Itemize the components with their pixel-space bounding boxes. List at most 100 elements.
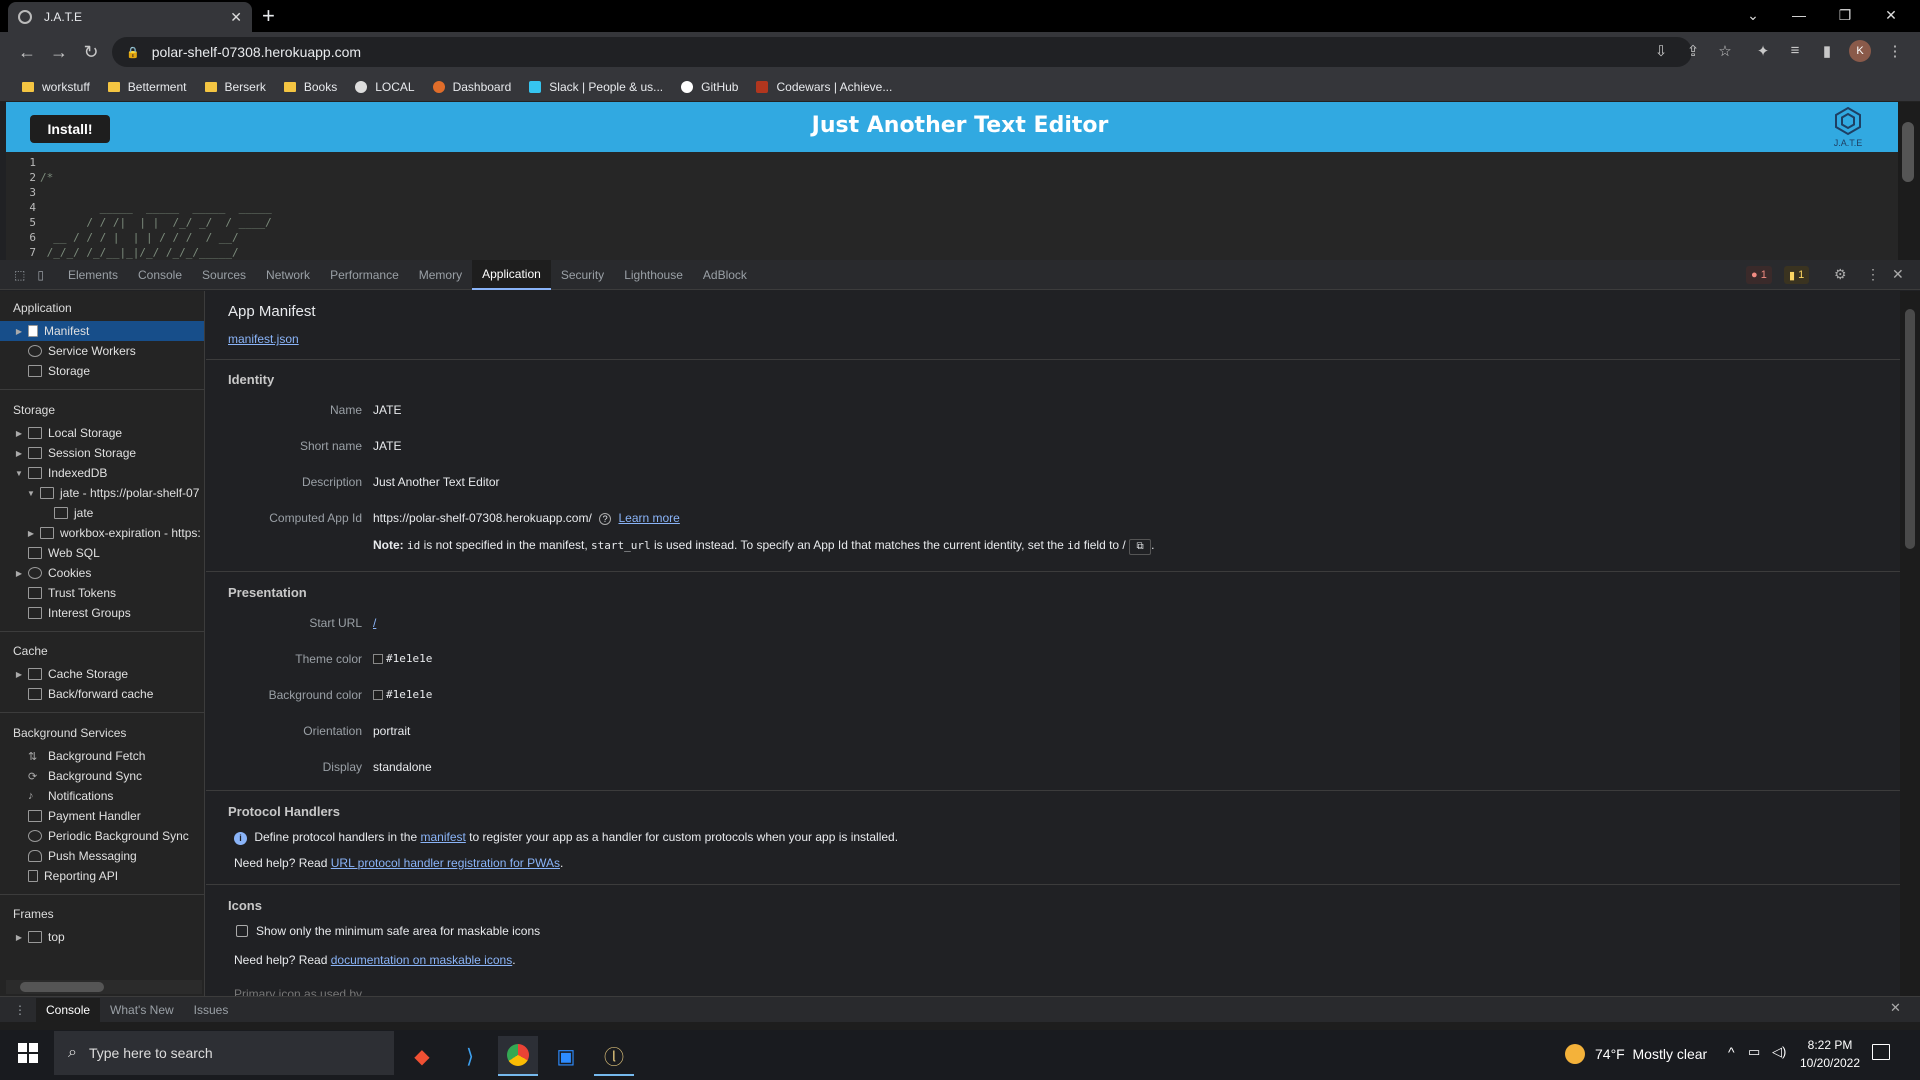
sidebar-item-bfcache[interactable]: Back/forward cache	[0, 684, 204, 704]
scroll-thumb[interactable]	[20, 982, 104, 992]
bookmark-slack[interactable]: Slack | People & us...	[529, 80, 663, 94]
sidebar-item-background-sync[interactable]: ⟳ Background Sync	[0, 766, 204, 786]
install-app-icon[interactable]: ⇩	[1650, 42, 1672, 60]
protocol-docs-link[interactable]: URL protocol handler registration for PW…	[331, 856, 560, 870]
panel-scrollbar[interactable]	[1900, 291, 1920, 996]
address-bar[interactable]: 🔒 polar-shelf-07308.herokuapp.com	[112, 37, 1692, 67]
maskable-checkbox[interactable]	[236, 925, 248, 937]
tab-elements[interactable]: Elements	[58, 260, 128, 290]
sidebar-item-push-messaging[interactable]: Push Messaging	[0, 846, 204, 866]
reload-icon[interactable]: ↻	[79, 40, 103, 64]
sidebar-item-reporting-api[interactable]: Reporting API	[0, 866, 204, 886]
media-icon[interactable]: ≡	[1784, 42, 1806, 59]
inspect-icon[interactable]: ⬚	[0, 260, 31, 290]
sidebar-item-session-storage[interactable]: ▶ Session Storage	[0, 443, 204, 463]
volume-icon[interactable]: ◁)	[1772, 1044, 1786, 1060]
new-tab-button[interactable]: +	[262, 4, 275, 28]
close-devtools-icon[interactable]: ✕	[1892, 266, 1904, 283]
sidebar-item-cookies[interactable]: ▶ Cookies	[0, 563, 204, 583]
taskbar-search[interactable]: ⌕ Type here to search	[54, 1031, 394, 1075]
manifest-inline-link[interactable]: manifest	[420, 830, 465, 844]
drawer-tab-issues[interactable]: Issues	[184, 998, 239, 1022]
tab-search-icon[interactable]: ⌄	[1730, 0, 1776, 30]
drawer-tab-console[interactable]: Console	[36, 997, 101, 1022]
expand-arrow-icon[interactable]: ▶	[14, 327, 24, 336]
collapse-arrow-icon[interactable]: ▼	[14, 469, 24, 478]
tab-application[interactable]: Application	[472, 259, 551, 290]
start-url-value[interactable]: /	[373, 616, 376, 630]
back-icon[interactable]: ←	[15, 40, 39, 64]
bookmark-betterment[interactable]: Betterment	[107, 80, 187, 94]
expand-arrow-icon[interactable]: ▶	[26, 529, 36, 538]
tab-console[interactable]: Console	[128, 260, 192, 290]
sidebar-item-cache-storage[interactable]: ▶ Cache Storage	[0, 664, 204, 684]
sidebar-hscrollbar[interactable]	[6, 980, 202, 994]
windows-start-icon[interactable]	[18, 1043, 40, 1065]
scroll-thumb[interactable]	[1902, 122, 1914, 182]
sidebar-item-web-sql[interactable]: Web SQL	[0, 543, 204, 563]
error-badge[interactable]: ● 1	[1746, 266, 1772, 284]
clock[interactable]: 8:22 PM 10/20/2022	[1790, 1036, 1870, 1072]
collapse-arrow-icon[interactable]: ▼	[26, 489, 36, 498]
close-drawer-icon[interactable]: ✕	[1890, 1000, 1901, 1016]
sidebar-item-manifest[interactable]: ▶ Manifest	[0, 321, 204, 341]
sidebar-item-trust-tokens[interactable]: Trust Tokens	[0, 583, 204, 603]
sidebar-item-notifications[interactable]: ♪ Notifications	[0, 786, 204, 806]
tab-network[interactable]: Network	[256, 260, 320, 290]
sidebar-item-payment-handler[interactable]: Payment Handler	[0, 806, 204, 826]
chrome-app-icon[interactable]	[498, 1036, 538, 1076]
tab-sources[interactable]: Sources	[192, 260, 256, 290]
sidebar-item-jate-db[interactable]: ▼ jate - https://polar-shelf-07	[0, 483, 204, 503]
sidebar-item-service-workers[interactable]: Service Workers	[0, 341, 204, 361]
expand-arrow-icon[interactable]: ▶	[14, 429, 24, 438]
git-app-icon[interactable]: ◆	[402, 1036, 442, 1076]
browser-tab[interactable]: J.A.T.E ✕	[8, 2, 252, 32]
close-tab-icon[interactable]: ✕	[230, 9, 242, 26]
weather-widget[interactable]: 74°F Mostly clear	[1565, 1044, 1707, 1064]
chevron-up-icon[interactable]: ^	[1728, 1044, 1735, 1060]
color-swatch[interactable]	[373, 690, 383, 700]
avatar[interactable]: K	[1849, 40, 1871, 62]
learn-more-link[interactable]: Learn more	[618, 511, 679, 525]
bookmark-books[interactable]: Books	[283, 80, 337, 94]
tab-security[interactable]: Security	[551, 260, 614, 290]
page-scrollbar[interactable]	[1898, 102, 1920, 260]
tab-lighthouse[interactable]: Lighthouse	[614, 260, 693, 290]
sidebar-item-workbox-expiration[interactable]: ▶ workbox-expiration - https:	[0, 523, 204, 543]
zoom-app-icon[interactable]: ▣	[546, 1036, 586, 1076]
sidebar-item-storage[interactable]: Storage	[0, 361, 204, 381]
share-icon[interactable]: ⇪	[1682, 42, 1704, 60]
expand-arrow-icon[interactable]: ▶	[14, 933, 24, 942]
bookmark-codewars[interactable]: Codewars | Achieve...	[756, 80, 892, 94]
minimize-button[interactable]: —	[1776, 0, 1822, 30]
bookmark-local[interactable]: LOCAL	[355, 80, 415, 94]
code-editor[interactable]: 1 2 /* 3 4 _____ _____ _____ _____ 5 / /…	[6, 152, 1898, 260]
warning-badge[interactable]: ▮ 1	[1784, 266, 1810, 284]
vscode-app-icon[interactable]: ⟩	[450, 1036, 490, 1076]
expand-arrow-icon[interactable]: ▶	[14, 569, 24, 578]
settings-gear-icon[interactable]: ⚙	[1834, 266, 1847, 283]
sidebar-item-background-fetch[interactable]: ⇅ Background Fetch	[0, 746, 204, 766]
drawer-tab-whats-new[interactable]: What's New	[100, 998, 184, 1022]
network-icon[interactable]: ▭	[1748, 1044, 1760, 1060]
star-icon[interactable]: ☆	[1714, 42, 1736, 60]
manifest-link[interactable]: manifest.json	[228, 332, 299, 346]
sidebar-item-indexeddb[interactable]: ▼ IndexedDB	[0, 463, 204, 483]
close-window-button[interactable]: ✕	[1868, 0, 1914, 30]
sidebar-item-interest-groups[interactable]: Interest Groups	[0, 603, 204, 623]
copy-icon[interactable]: ⧉	[1129, 539, 1152, 555]
tab-memory[interactable]: Memory	[409, 260, 472, 290]
tab-performance[interactable]: Performance	[320, 260, 409, 290]
tab-adblock[interactable]: AdBlock	[693, 260, 757, 290]
extensions-icon[interactable]: ✦	[1752, 42, 1774, 60]
scroll-thumb[interactable]	[1905, 309, 1915, 549]
sidebar-item-periodic-sync[interactable]: Periodic Background Sync	[0, 826, 204, 846]
sidebar-item-top-frame[interactable]: ▶ top	[0, 927, 204, 947]
expand-arrow-icon[interactable]: ▶	[14, 449, 24, 458]
bookmark-github[interactable]: GitHub	[681, 80, 738, 94]
drawer-menu-icon[interactable]: ⋮	[0, 998, 36, 1022]
bookmark-dashboard[interactable]: Dashboard	[432, 80, 511, 94]
restore-button[interactable]: ❐	[1822, 0, 1868, 30]
more-options-icon[interactable]: ⋮	[1866, 266, 1880, 283]
notification-icon[interactable]	[1872, 1044, 1890, 1060]
